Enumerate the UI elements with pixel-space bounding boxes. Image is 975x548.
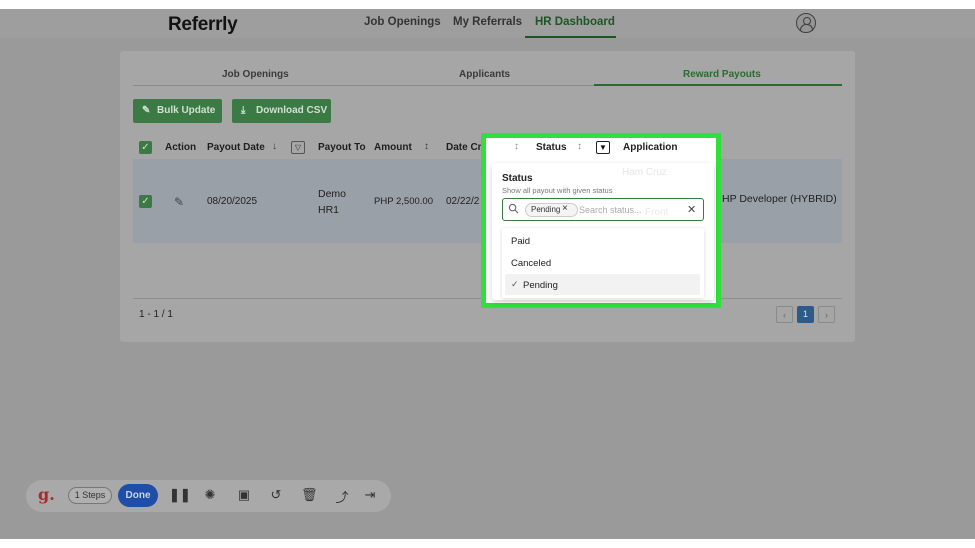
cell-amount: PHP 2,500.00: [374, 196, 433, 207]
filter-icon[interactable]: ▽: [291, 141, 305, 154]
subtab-reward-payouts[interactable]: Reward Payouts: [683, 69, 761, 80]
sort-icon[interactable]: ↕: [577, 141, 582, 152]
share-icon[interactable]: ⤴: [334, 487, 350, 506]
selected-status-chip: Pending: [525, 203, 579, 217]
download-icon: ⤓: [241, 105, 246, 116]
filter-active-icon[interactable]: ▼: [596, 141, 610, 154]
clear-icon[interactable]: ✕: [687, 203, 696, 216]
search-icon: [508, 203, 519, 214]
bulk-update-button[interactable]: ✎ Bulk Update: [133, 99, 222, 123]
cell-payout-to-line2: HR1: [318, 204, 340, 216]
popup-title: Status: [502, 173, 533, 184]
row-checkbox[interactable]: ✓: [139, 195, 152, 208]
check-icon: ✓: [141, 142, 150, 153]
cell-application: HP Developer (HYBRID): [722, 193, 837, 205]
recorder-logo: g.: [38, 485, 55, 504]
image-icon[interactable]: ▣: [236, 487, 252, 503]
subtab-job-openings[interactable]: Job Openings: [222, 69, 289, 80]
option-canceled[interactable]: Canceled: [511, 258, 551, 269]
ghost-text: Ham Cruz: [622, 167, 668, 178]
cell-date-created: 02/22/2: [446, 196, 480, 207]
done-button[interactable]: Done: [118, 484, 158, 507]
blur-icon[interactable]: ✺: [202, 487, 218, 503]
subtab-active-indicator: [594, 84, 842, 86]
bottom-border: [0, 539, 975, 548]
undo-icon[interactable]: ↺: [268, 487, 284, 503]
check-icon: ✓: [511, 279, 519, 289]
pause-icon[interactable]: ❚❚: [169, 487, 191, 503]
header-amount[interactable]: Amount: [374, 142, 412, 153]
sort-icon[interactable]: ↕: [514, 141, 519, 152]
download-csv-button[interactable]: ⤓ Download CSV: [232, 99, 331, 123]
bulk-update-label: Bulk Update: [157, 105, 216, 116]
skip-end-icon[interactable]: ⇥: [362, 487, 378, 503]
trash-icon[interactable]: 🗑: [301, 487, 318, 503]
page-number-button[interactable]: 1: [797, 306, 814, 323]
next-page-button[interactable]: ›: [818, 306, 835, 323]
prev-page-button[interactable]: ‹: [776, 306, 793, 323]
option-paid[interactable]: Paid: [511, 236, 530, 247]
cell-payout-to-line1: Demo: [318, 188, 347, 200]
header-payout-date[interactable]: Payout Date: [207, 142, 265, 153]
select-all-checkbox[interactable]: ✓: [139, 141, 152, 154]
header-status[interactable]: Status: [536, 142, 567, 153]
sort-desc-icon[interactable]: ↓: [272, 141, 277, 152]
header-payout-to: Payout To: [318, 142, 366, 153]
check-icon: ✓: [141, 196, 150, 207]
pencil-icon[interactable]: ✎: [174, 195, 184, 209]
topbar-overlay: [0, 9, 975, 38]
header-action: Action: [165, 142, 197, 153]
cell-payout-date: 08/20/2025: [207, 196, 258, 207]
option-pending[interactable]: Pending: [523, 280, 558, 291]
close-icon[interactable]: ×: [562, 203, 568, 214]
ghost-text: Front: [645, 207, 669, 218]
steps-counter[interactable]: 1 Steps: [68, 487, 112, 504]
subtab-applicants[interactable]: Applicants: [459, 69, 510, 80]
download-csv-label: Download CSV: [256, 105, 328, 116]
sort-icon[interactable]: ↕: [424, 141, 429, 152]
top-border: [0, 0, 975, 9]
header-application: Application: [623, 142, 678, 153]
popup-subtitle: Show all payout with given status: [502, 186, 613, 195]
pagination-range: 1 - 1 / 1: [139, 309, 173, 320]
edit-icon: ✎: [142, 105, 151, 116]
